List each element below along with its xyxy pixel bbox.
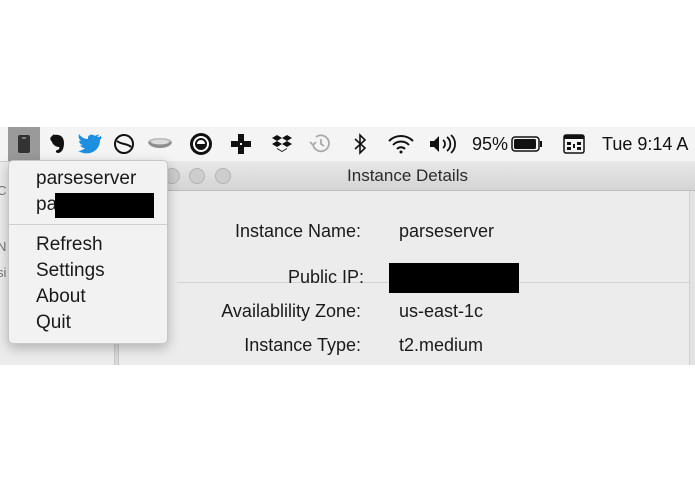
instance-type-value: t2.medium: [399, 335, 484, 355]
dropbox-icon[interactable]: [268, 127, 296, 161]
instance-details-window: Instance Details Instance Name: parseser…: [118, 161, 695, 365]
window-titlebar[interactable]: Instance Details: [119, 161, 695, 191]
public-ip-label: Public IP:: [287, 267, 364, 287]
background-text-fragment: N: [0, 239, 7, 254]
circle-slash-icon[interactable]: [110, 127, 138, 161]
cross-icon[interactable]: [227, 127, 255, 161]
menu-item-parseserver[interactable]: parseserver: [36, 167, 136, 191]
menu-extra-icon[interactable]: [560, 127, 588, 161]
menu-item-refresh[interactable]: Refresh: [36, 233, 103, 257]
menu-separator: [9, 224, 167, 225]
menu-item-about[interactable]: About: [36, 285, 86, 309]
app-icon[interactable]: [8, 127, 40, 161]
bluetooth-icon[interactable]: [348, 127, 372, 161]
background-text-fragment: si: [0, 265, 7, 280]
window-title: Instance Details: [347, 166, 468, 185]
menu-item-settings[interactable]: Settings: [36, 259, 105, 283]
background-text-fragment: C: [0, 183, 7, 198]
twitter-icon[interactable]: [76, 127, 104, 161]
evernote-icon[interactable]: [44, 127, 70, 161]
status-menu-dropdown: parseserver pa Refresh Settings About Qu…: [8, 160, 168, 344]
window-right-edge: [689, 191, 695, 365]
round-app-icon[interactable]: [186, 127, 216, 161]
menu-item-second-instance[interactable]: pa: [36, 193, 57, 217]
time-machine-icon[interactable]: [306, 127, 334, 161]
battery-icon[interactable]: [510, 127, 544, 161]
instance-name-label: Instance Name:: [234, 221, 361, 241]
redacted-instance-name: [55, 193, 154, 218]
bowl-icon[interactable]: [144, 127, 176, 161]
redacted-public-ip: [389, 263, 519, 293]
instance-name-value: parseserver: [399, 221, 495, 241]
battery-percentage: 95%: [472, 134, 509, 154]
menubar-clock[interactable]: Tue 9:14 A: [602, 127, 688, 161]
availability-zone-value: us-east-1c: [399, 301, 484, 321]
menu-bar: 95% Tue 9:14 A: [0, 127, 695, 162]
volume-icon[interactable]: [426, 127, 460, 161]
menu-item-quit[interactable]: Quit: [36, 311, 71, 335]
wifi-icon[interactable]: [385, 127, 417, 161]
instance-type-label: Instance Type:: [244, 335, 361, 355]
details-panel: Instance Name: parseserver Public IP: Av…: [119, 191, 695, 365]
availability-zone-label: Availablility Zone:: [221, 301, 361, 321]
